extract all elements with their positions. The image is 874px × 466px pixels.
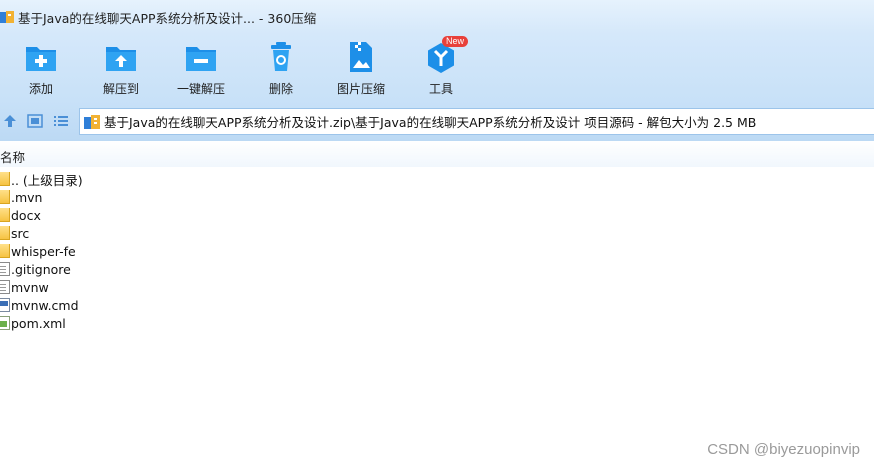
- folder-icon: [0, 226, 10, 240]
- file-name: .gitignore: [11, 261, 71, 277]
- thumbnail-view-icon[interactable]: [27, 113, 43, 129]
- list-header: 名称: [0, 141, 874, 167]
- list-item-src[interactable]: src: [0, 224, 874, 242]
- address-bar[interactable]: 基于Java的在线聊天APP系统分析及设计.zip\基于Java的在线聊天APP…: [79, 108, 874, 135]
- delete-button[interactable]: 删除: [246, 40, 316, 98]
- list-item-docx[interactable]: docx: [0, 206, 874, 224]
- tools-icon: New: [424, 36, 469, 74]
- one-click-extract-icon: [184, 40, 218, 74]
- extract-to-label: 解压到: [102, 82, 139, 96]
- file-name: docx: [11, 207, 41, 223]
- image-compress-icon: [344, 40, 378, 74]
- one-click-extract-label: 一键解压: [176, 82, 225, 96]
- image-compress-label: 图片压缩: [336, 82, 385, 96]
- extract-to-button[interactable]: 解压到: [86, 40, 156, 98]
- window-title: 基于Java的在线聊天APP系统分析及设计... - 360压缩: [18, 10, 317, 26]
- archive-window: 基于Java的在线聊天APP系统分析及设计... - 360压缩 添加 解压到 …: [0, 0, 874, 466]
- list-item-mvnw-cmd[interactable]: mvnw.cmd: [0, 296, 874, 314]
- address-path: 基于Java的在线聊天APP系统分析及设计.zip\基于Java的在线聊天APP…: [104, 115, 757, 130]
- cmd-file-icon: [0, 298, 10, 312]
- tools-label: 工具: [428, 82, 453, 96]
- address-row: 基于Java的在线聊天APP系统分析及设计.zip\基于Java的在线聊天APP…: [0, 101, 874, 141]
- file-name: mvnw: [11, 279, 49, 295]
- folder-icon: [0, 244, 10, 258]
- add-button[interactable]: 添加: [6, 40, 76, 98]
- folder-icon: [0, 172, 10, 186]
- title-bar: 基于Java的在线聊天APP系统分析及设计... - 360压缩: [0, 0, 874, 34]
- xml-file-icon: [0, 316, 10, 330]
- file-name: src: [11, 225, 30, 241]
- one-click-extract-button[interactable]: 一键解压: [166, 40, 236, 98]
- file-list: .. (上级目录) .mvn docx src whisper-fe .giti…: [0, 170, 874, 332]
- file-icon: [0, 262, 10, 276]
- file-name: mvnw.cmd: [11, 297, 79, 313]
- tools-button[interactable]: New 工具: [406, 36, 476, 98]
- file-name: .. (上级目录): [11, 172, 83, 188]
- archive-icon: [84, 114, 100, 130]
- new-badge: New: [442, 36, 469, 47]
- list-item-mvnw[interactable]: mvnw: [0, 278, 874, 296]
- file-name: pom.xml: [11, 315, 66, 331]
- file-icon: [0, 280, 10, 294]
- folder-icon: [0, 208, 10, 222]
- folder-icon: [0, 190, 10, 204]
- column-header-name[interactable]: 名称: [0, 147, 26, 166]
- file-name: whisper-fe: [11, 243, 76, 259]
- add-label: 添加: [28, 82, 53, 96]
- trash-icon: [264, 40, 298, 74]
- list-item-parent-dir[interactable]: .. (上级目录): [0, 170, 874, 188]
- extract-to-icon: [104, 40, 138, 74]
- list-item-whisper-fe[interactable]: whisper-fe: [0, 242, 874, 260]
- image-compress-button[interactable]: 图片压缩: [326, 40, 396, 98]
- delete-label: 删除: [268, 82, 293, 96]
- add-folder-icon: [24, 40, 58, 74]
- watermark: CSDN @biyezuopinvip: [707, 441, 860, 458]
- file-name: .mvn: [11, 189, 43, 205]
- list-item-pom-xml[interactable]: pom.xml: [0, 314, 874, 332]
- up-arrow-icon[interactable]: [2, 113, 18, 129]
- archive-app-icon: [0, 10, 14, 24]
- toolbar: 添加 解压到 一键解压 删除 图片压缩 New 工具: [0, 34, 874, 101]
- list-item-mvn[interactable]: .mvn: [0, 188, 874, 206]
- list-item-gitignore[interactable]: .gitignore: [0, 260, 874, 278]
- list-view-icon[interactable]: [53, 113, 69, 129]
